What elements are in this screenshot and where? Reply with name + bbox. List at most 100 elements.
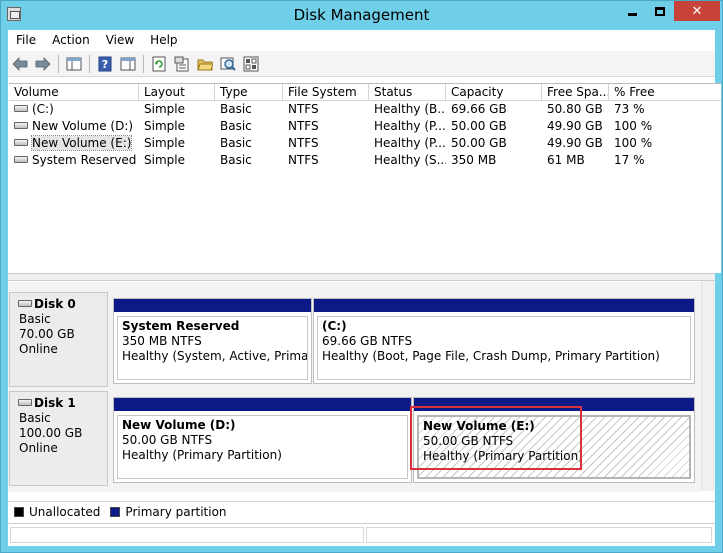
svg-text:?: ? <box>102 58 108 71</box>
column-header-type[interactable]: Type <box>215 84 283 101</box>
toolbar-separator <box>143 54 144 73</box>
disk-1-row: Disk 1 Basic 100.00 GB Online New Volume… <box>8 391 701 486</box>
toolbar-separator <box>89 54 90 73</box>
drive-icon <box>14 105 28 112</box>
partition-status: Healthy (Primary Partition) <box>122 448 282 462</box>
menu-help[interactable]: Help <box>142 30 185 50</box>
maximize-icon <box>655 6 665 16</box>
partition-size: 69.66 GB NTFS <box>322 334 413 348</box>
menu-file[interactable]: File <box>8 30 44 50</box>
back-arrow-icon <box>12 56 28 71</box>
legend-unallocated-swatch <box>14 506 24 517</box>
vertical-scrollbar[interactable] <box>701 281 715 491</box>
disk-1-label[interactable]: Disk 1 Basic 100.00 GB Online <box>9 391 108 486</box>
close-icon: ✕ <box>691 3 703 19</box>
status-segment-2 <box>366 527 712 543</box>
disk-0-kind: Basic <box>19 312 51 326</box>
disk-0-label[interactable]: Disk 0 Basic 70.00 GB Online <box>9 292 108 387</box>
drive-icon <box>14 122 28 129</box>
partition-name: (C:) <box>322 319 347 333</box>
disk-1-state: Online <box>19 441 58 455</box>
volume-row-c[interactable]: (C:) Simple Basic NTFS Healthy (B... 69.… <box>9 101 721 118</box>
disk-0-name: Disk 0 <box>18 297 107 312</box>
column-header-percent-free[interactable]: % Free <box>609 84 719 101</box>
partition-details: System Reserved 350 MB NTFS Healthy (Sys… <box>117 316 308 380</box>
close-button[interactable]: ✕ <box>674 1 720 21</box>
legend-primary-label: Primary partition <box>125 504 227 519</box>
partition-size: 50.00 GB NTFS <box>122 433 213 447</box>
volume-list-header: Volume Layout Type File System Status Ca… <box>9 84 721 101</box>
column-header-capacity[interactable]: Capacity <box>446 84 542 101</box>
capacity-cell: 50.00 GB <box>451 136 507 150</box>
disk-icon <box>18 399 32 406</box>
column-header-status[interactable]: Status <box>369 84 446 101</box>
file-system-cell: NTFS <box>288 102 319 116</box>
type-cell: Basic <box>220 119 252 133</box>
primary-partition-bar <box>314 299 694 312</box>
file-system-cell: NTFS <box>288 119 319 133</box>
client-area: File Action View Help ? Volume Layout Ty… <box>8 30 721 546</box>
free-space-cell: 61 MB <box>547 153 585 167</box>
pane-splitter[interactable] <box>8 273 715 281</box>
minimize-button[interactable] <box>618 1 646 21</box>
drive-icon <box>14 156 28 163</box>
disk-icon <box>18 300 32 307</box>
status-cell: Healthy (B... <box>374 102 446 116</box>
partition-name: System Reserved <box>122 319 240 333</box>
open-folder-icon <box>197 59 213 70</box>
minimize-icon <box>627 12 637 16</box>
disk-1-size: 100.00 GB <box>19 426 83 440</box>
volume-cell: System Reserved <box>9 152 139 169</box>
settings-button[interactable] <box>241 54 261 74</box>
volume-cell: New Volume (D:) <box>9 118 139 135</box>
partition-size: 350 MB NTFS <box>122 334 202 348</box>
primary-partition-bar <box>114 398 411 411</box>
settings-icon <box>243 56 259 71</box>
maximize-button[interactable] <box>646 1 674 21</box>
partition-status: Healthy (Boot, Page File, Crash Dump, Pr… <box>322 349 660 363</box>
volume-cell: (C:) <box>9 101 139 118</box>
volume-list: Volume Layout Type File System Status Ca… <box>9 83 721 273</box>
menu-view[interactable]: View <box>98 30 142 50</box>
back-button[interactable] <box>10 54 30 74</box>
partition-c[interactable]: (C:) 69.66 GB NTFS Healthy (Boot, Page F… <box>313 298 695 384</box>
column-header-file-system[interactable]: File System <box>283 84 369 101</box>
column-header-volume[interactable]: Volume <box>9 84 139 101</box>
window-controls: ✕ <box>618 1 720 21</box>
forward-arrow-icon <box>35 56 51 71</box>
layout-cell: Simple <box>144 102 185 116</box>
rescan-disks-button[interactable] <box>218 54 238 74</box>
layout-cell: Simple <box>144 136 185 150</box>
partition-d[interactable]: New Volume (D:) 50.00 GB NTFS Healthy (P… <box>113 397 412 483</box>
partition-system-reserved[interactable]: System Reserved 350 MB NTFS Healthy (Sys… <box>113 298 312 384</box>
properties-pane-icon <box>120 57 136 70</box>
title-bar[interactable]: Disk Management ✕ <box>1 1 722 29</box>
rescan-disks-icon <box>220 57 236 71</box>
status-cell: Healthy (P... <box>374 136 446 150</box>
volume-row-d[interactable]: New Volume (D:) Simple Basic NTFS Health… <box>9 118 721 135</box>
refresh-button[interactable] <box>149 54 169 74</box>
free-space-cell: 50.80 GB <box>547 102 603 116</box>
type-cell: Basic <box>220 102 252 116</box>
column-header-free-space[interactable]: Free Spa... <box>542 84 609 101</box>
disk-0-row: Disk 0 Basic 70.00 GB Online System Rese… <box>8 292 701 387</box>
toolbar-separator <box>58 54 59 73</box>
show-action-pane-button[interactable] <box>118 54 138 74</box>
show-hide-console-tree-button[interactable] <box>64 54 84 74</box>
open-button[interactable] <box>195 54 215 74</box>
refresh-icon <box>152 56 166 71</box>
volume-row-system-reserved[interactable]: System Reserved Simple Basic NTFS Health… <box>9 152 721 169</box>
column-header-layout[interactable]: Layout <box>139 84 215 101</box>
file-system-cell: NTFS <box>288 153 319 167</box>
help-button[interactable]: ? <box>95 54 115 74</box>
volume-row-e[interactable]: New Volume (E:) Simple Basic NTFS Health… <box>9 135 721 152</box>
forward-button[interactable] <box>33 54 53 74</box>
partition-details: New Volume (D:) 50.00 GB NTFS Healthy (P… <box>117 415 408 479</box>
window-title: Disk Management <box>293 6 430 24</box>
file-system-cell: NTFS <box>288 136 319 150</box>
free-space-cell: 49.90 GB <box>547 136 603 150</box>
highlight-box <box>410 406 582 470</box>
properties-button[interactable] <box>172 54 192 74</box>
layout-cell: Simple <box>144 153 185 167</box>
menu-action[interactable]: Action <box>44 30 98 50</box>
